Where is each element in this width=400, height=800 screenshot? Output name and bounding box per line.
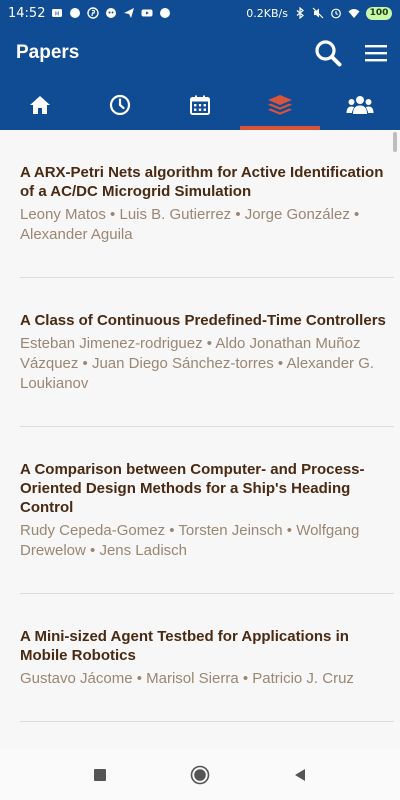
svg-text:M: M: [55, 12, 59, 18]
search-icon: [315, 40, 342, 67]
home-nav-button[interactable]: [185, 760, 215, 790]
paper-authors: Leony Matos • Luis B. Gutierrez • Jorge …: [20, 206, 360, 243]
paper-authors: Rudy Cepeda-Gomez • Torsten Jeinsch • Wo…: [20, 522, 360, 559]
paper-title: A Mini-sized Agent Testbed for Applicati…: [20, 628, 349, 664]
paper-title: A Class of Continuous Predefined-Time Co…: [20, 312, 386, 329]
system-nav-bar: [0, 750, 400, 800]
status-time: 14:52: [8, 5, 46, 21]
people-icon: [346, 96, 374, 114]
alarm-icon: [331, 8, 341, 19]
list-item[interactable]: A Class of Continuous Predefined-Time Co…: [20, 278, 394, 427]
calendar-icon: [190, 95, 210, 115]
status-bar: 14:52 M 0.2KB/s 100: [0, 0, 400, 26]
scrollbar-thumb[interactable]: [393, 132, 397, 152]
home-circle-icon: [190, 765, 210, 785]
menu-icon: [365, 45, 387, 62]
whatsapp-icon: M: [52, 9, 63, 18]
tab-papers[interactable]: [240, 80, 320, 130]
network-speed: 0.2KB/s: [246, 6, 288, 20]
list-item[interactable]: A Mini-sized Agent Testbed for Applicati…: [20, 594, 394, 722]
menu-button[interactable]: [352, 29, 400, 77]
paper-authors: Gustavo Jácome • Marisol Sierra • Patric…: [20, 670, 354, 687]
back-triangle-icon: [295, 769, 305, 781]
youtube-icon: [141, 9, 153, 17]
tab-home[interactable]: [0, 80, 80, 130]
tab-bar: [0, 80, 400, 130]
dragon-icon: [106, 8, 117, 18]
paper-authors: Esteban Jimenez-rodriguez • Aldo Jonatha…: [20, 335, 375, 392]
layers-icon: [268, 95, 292, 115]
circle-icon: [160, 8, 171, 18]
search-button[interactable]: [304, 29, 352, 77]
list-item[interactable]: A ARX-Petri Nets algorithm for Active Id…: [20, 130, 394, 278]
bluetooth-icon: [296, 7, 304, 19]
page-title: Papers: [16, 42, 80, 63]
wifi-icon: [348, 9, 360, 18]
send-icon: [124, 8, 135, 18]
recents-square-icon: [94, 769, 106, 781]
papers-list[interactable]: A ARX-Petri Nets algorithm for Active Id…: [0, 130, 400, 750]
back-button[interactable]: [285, 760, 315, 790]
pinterest-icon: [87, 7, 100, 19]
tab-recent[interactable]: [80, 80, 160, 130]
battery-icon: 100: [366, 6, 392, 20]
tab-calendar[interactable]: [160, 80, 240, 130]
clock-icon: [109, 94, 131, 116]
paper-title: A ARX-Petri Nets algorithm for Active Id…: [20, 164, 384, 200]
tab-people[interactable]: [320, 80, 400, 130]
home-icon: [30, 96, 50, 114]
no-sound-icon: [312, 7, 324, 19]
circle-icon: [70, 8, 81, 18]
list-item[interactable]: A Comparison between Computer- and Proce…: [20, 427, 394, 594]
recents-button[interactable]: [85, 760, 115, 790]
paper-title: A Comparison between Computer- and Proce…: [20, 461, 365, 516]
app-bar: Papers: [0, 26, 400, 80]
